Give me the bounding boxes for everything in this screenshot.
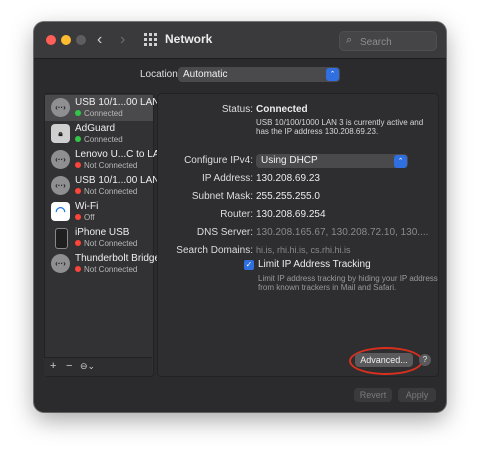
- search-domains-label: Search Domains:: [176, 245, 253, 256]
- limit-tracking-checkbox[interactable]: ✓: [244, 260, 254, 270]
- status-dot-icon: [75, 266, 81, 272]
- status-dot-icon: [75, 188, 81, 194]
- service-status: Connected: [75, 135, 123, 144]
- service-status: Not Connected: [75, 187, 137, 196]
- ip-address-label: IP Address:: [202, 173, 253, 184]
- search-field[interactable]: ⌕: [339, 31, 437, 51]
- show-all-grid-icon[interactable]: [144, 33, 157, 46]
- limit-tracking-label: Limit IP Address Tracking: [258, 259, 371, 270]
- chevron-updown-icon: ⌃: [394, 155, 407, 168]
- zoom-window-button[interactable]: [76, 35, 86, 45]
- service-name: USB 10/1...00 LAN 2: [75, 175, 168, 186]
- service-item-adguard[interactable]: 🔒︎ AdGuard Connected: [45, 121, 153, 147]
- service-status: Not Connected: [75, 161, 137, 170]
- dns-server-value: 130.208.165.67, 130.208.72.10, 130....: [256, 227, 429, 238]
- location-row: Location: Automatic ⌃: [34, 67, 446, 83]
- service-list: ‹··› USB 10/1...00 LAN 3 Connected 🔒︎ Ad…: [44, 93, 168, 377]
- advanced-button[interactable]: Advanced...: [355, 353, 413, 367]
- status-dot-icon: [75, 162, 81, 168]
- service-item-usb-lan-3[interactable]: ‹··› USB 10/1...00 LAN 3 Connected: [45, 95, 168, 121]
- router-label: Router:: [220, 209, 253, 220]
- apply-button[interactable]: Apply: [398, 388, 436, 402]
- location-select[interactable]: Automatic ⌃: [178, 67, 340, 82]
- location-value: Automatic: [183, 69, 228, 80]
- status-label: Status:: [221, 104, 253, 115]
- service-status: Not Connected: [75, 265, 137, 274]
- ethernet-icon: ‹··›: [51, 98, 70, 117]
- detail-panel: Status: Connected USB 10/100/1000 LAN 3 …: [157, 93, 439, 377]
- ethernet-icon: ‹··›: [51, 254, 70, 273]
- service-status: Off: [75, 213, 95, 222]
- action-menu-button[interactable]: ⊖⌄: [80, 361, 95, 372]
- service-item-wifi[interactable]: ◠ Wi-Fi Off: [45, 199, 153, 225]
- search-icon: ⌕: [346, 34, 353, 46]
- ethernet-icon: ‹··›: [51, 176, 70, 195]
- status-dot-icon: [75, 240, 81, 246]
- service-name: Lenovo U...C to LAN: [75, 149, 167, 160]
- service-status: Not Connected: [75, 239, 137, 248]
- service-name: iPhone USB: [75, 227, 130, 238]
- search-domains-value: hi.is, rhi.hi.is, cs.rhi.hi.is: [256, 245, 351, 255]
- ip-address-value: 130.208.69.23: [256, 173, 320, 184]
- status-dot-icon: [75, 136, 81, 142]
- remove-service-button[interactable]: −: [66, 360, 72, 372]
- search-input[interactable]: [358, 34, 434, 50]
- ethernet-icon: ‹··›: [51, 150, 70, 169]
- configure-ipv4-select[interactable]: Using DHCP ⌃: [256, 154, 408, 168]
- service-list-toolbar: + − ⊖⌄: [44, 357, 152, 376]
- network-window: ‹ › Network ⌕ Location: Automatic ⌃ ‹··›…: [34, 22, 446, 412]
- service-item-iphone-usb[interactable]: iPhone USB Not Connected: [45, 225, 153, 251]
- location-label: Location:: [140, 69, 181, 80]
- service-name: USB 10/1...00 LAN 3: [75, 97, 168, 108]
- limit-tracking-description-line-2: from known trackers in Mail and Safari.: [258, 283, 397, 292]
- help-button[interactable]: ?: [419, 354, 431, 366]
- configure-ipv4-value: Using DHCP: [261, 155, 318, 166]
- add-service-button[interactable]: +: [50, 360, 56, 372]
- window-title: Network: [165, 32, 213, 46]
- status-dot-icon: [75, 110, 81, 116]
- status-description-line-2: has the IP address 130.208.69.23.: [256, 127, 379, 136]
- service-name: AdGuard: [75, 123, 116, 134]
- subnet-mask-label: Subnet Mask:: [191, 191, 253, 202]
- back-icon[interactable]: ‹: [97, 30, 102, 50]
- iphone-icon: [55, 228, 68, 249]
- service-name: Wi-Fi: [75, 201, 99, 212]
- service-item-lenovo-lan[interactable]: ‹··› Lenovo U...C to LAN Not Connected: [45, 147, 167, 173]
- title-bar: ‹ › Network ⌕: [34, 22, 446, 59]
- dns-server-label: DNS Server:: [196, 227, 253, 238]
- router-value: 130.208.69.254: [256, 209, 326, 220]
- chevron-updown-icon: ⌃: [326, 68, 339, 81]
- revert-button[interactable]: Revert: [354, 388, 392, 402]
- service-item-usb-lan-2[interactable]: ‹··› USB 10/1...00 LAN 2 Not Connected: [45, 173, 168, 199]
- service-item-thunderbolt-bridge[interactable]: ‹··› Thunderbolt Bridge Not Connected: [45, 251, 160, 277]
- lock-icon: 🔒︎: [51, 124, 70, 143]
- forward-icon[interactable]: ›: [120, 30, 125, 50]
- close-window-button[interactable]: [46, 35, 56, 45]
- configure-ipv4-label: Configure IPv4:: [184, 155, 253, 166]
- minimize-window-button[interactable]: [61, 35, 71, 45]
- wifi-icon: ◠: [51, 202, 70, 221]
- status-dot-icon: [75, 214, 81, 220]
- status-value: Connected: [256, 104, 308, 115]
- subnet-mask-value: 255.255.255.0: [256, 191, 320, 202]
- service-name: Thunderbolt Bridge: [75, 253, 161, 264]
- service-status: Connected: [75, 109, 123, 118]
